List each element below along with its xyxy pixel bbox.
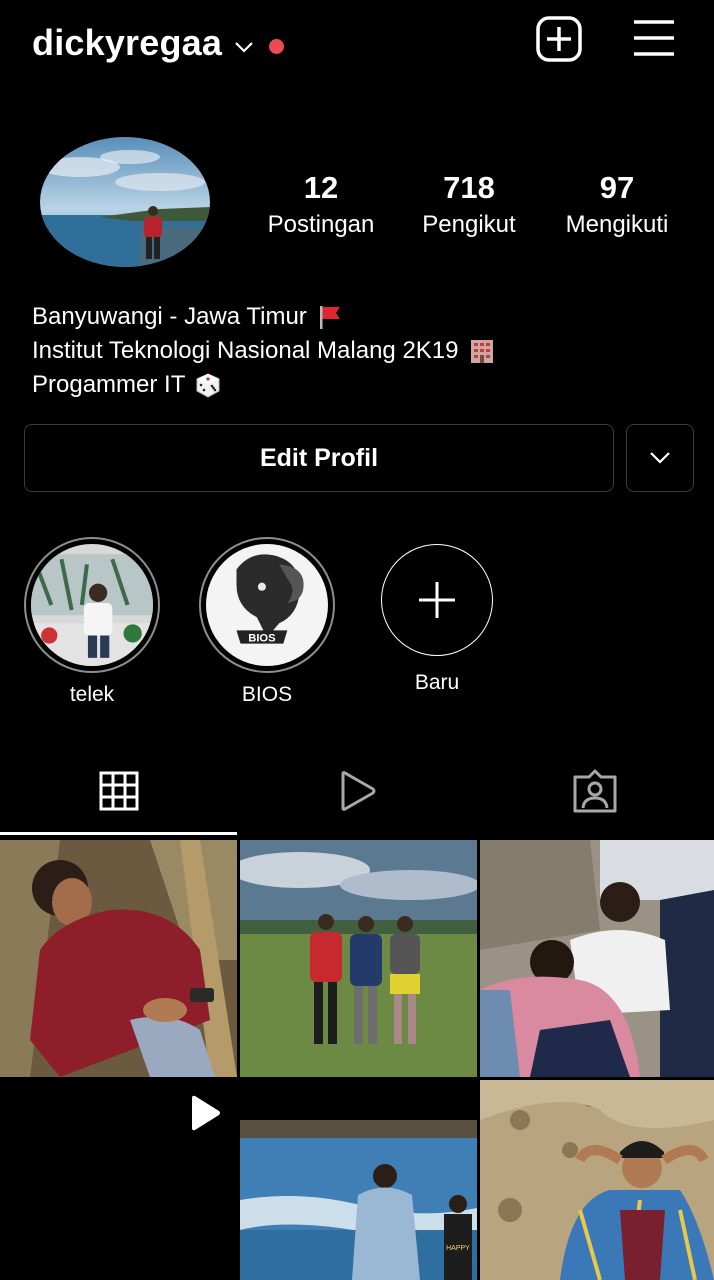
highlight-ring (24, 537, 160, 673)
highlight-telek[interactable]: telek (22, 537, 162, 707)
followers-count[interactable]: 718 Pengikut (399, 170, 539, 240)
active-tab-indicator (0, 832, 237, 835)
hamburger-menu-icon[interactable] (632, 18, 676, 58)
profile-header: dickyregaa (0, 0, 714, 90)
posts-count[interactable]: 12 Postingan (251, 170, 391, 240)
post-thumbnail[interactable] (480, 1080, 714, 1280)
bio-line: Progammer IT (32, 368, 495, 402)
highlight-cover: BIOS (206, 544, 328, 666)
suggestions-toggle-button[interactable] (626, 424, 694, 492)
game-die-icon (196, 373, 220, 398)
username-title[interactable]: dickyregaa (32, 22, 222, 64)
tab-reels[interactable] (238, 748, 476, 834)
svg-text:HAPPY: HAPPY (446, 1245, 470, 1252)
new-post-icon[interactable] (535, 15, 583, 63)
post-thumbnail[interactable] (0, 840, 237, 1077)
followers-count-value: 718 (443, 170, 495, 205)
following-count-value: 97 (599, 170, 635, 205)
followers-count-label: Pengikut (422, 211, 516, 238)
highlight-label: BIOS (241, 683, 293, 706)
post-thumbnail[interactable]: HAPPY (240, 1080, 477, 1280)
profile-bio: Banyuwangi - Jawa Timur Institut Teknolo… (32, 300, 495, 402)
svg-text:BIOS: BIOS (248, 633, 276, 645)
edit-profile-button[interactable]: Edit Profil (24, 424, 614, 492)
tagged-person-icon (573, 769, 617, 813)
bio-line: Institut Teknologi Nasional Malang 2K19 (32, 334, 495, 368)
bio-text: Banyuwangi - Jawa Timur (32, 303, 307, 330)
highlight-bios[interactable]: BIOS BIOS (197, 537, 337, 707)
red-flag-icon (319, 306, 340, 329)
chevron-down-icon (650, 452, 670, 464)
chevron-down-icon[interactable] (233, 36, 255, 58)
office-building-icon (470, 340, 493, 363)
bio-text: Institut Teknologi Nasional Malang 2K19 (32, 337, 459, 364)
grid-icon (99, 771, 139, 811)
bio-line: Banyuwangi - Jawa Timur (32, 300, 495, 334)
post-thumbnail[interactable] (480, 840, 714, 1077)
highlight-label: telek (69, 683, 115, 706)
highlight-ring: BIOS (199, 537, 335, 673)
post-thumbnail[interactable] (240, 840, 477, 1077)
tab-posts-grid[interactable] (0, 748, 238, 834)
following-count[interactable]: 97 Mengikuti (547, 170, 687, 240)
reel-play-icon (192, 1095, 220, 1131)
posts-count-label: Postingan (267, 211, 375, 238)
plus-icon (419, 582, 455, 618)
bio-text: Progammer IT (32, 371, 186, 398)
following-count-label: Mengikuti (565, 211, 669, 238)
posts-count-value: 12 (303, 170, 339, 205)
highlight-cover (31, 544, 153, 666)
reels-play-icon (341, 771, 376, 811)
notification-dot (269, 39, 284, 54)
tab-tagged[interactable] (476, 748, 714, 834)
posts-grid: HAPPY (0, 840, 714, 1280)
profile-avatar[interactable] (40, 137, 210, 267)
new-highlight-button[interactable] (381, 544, 493, 656)
new-highlight-label: Baru (414, 671, 460, 694)
